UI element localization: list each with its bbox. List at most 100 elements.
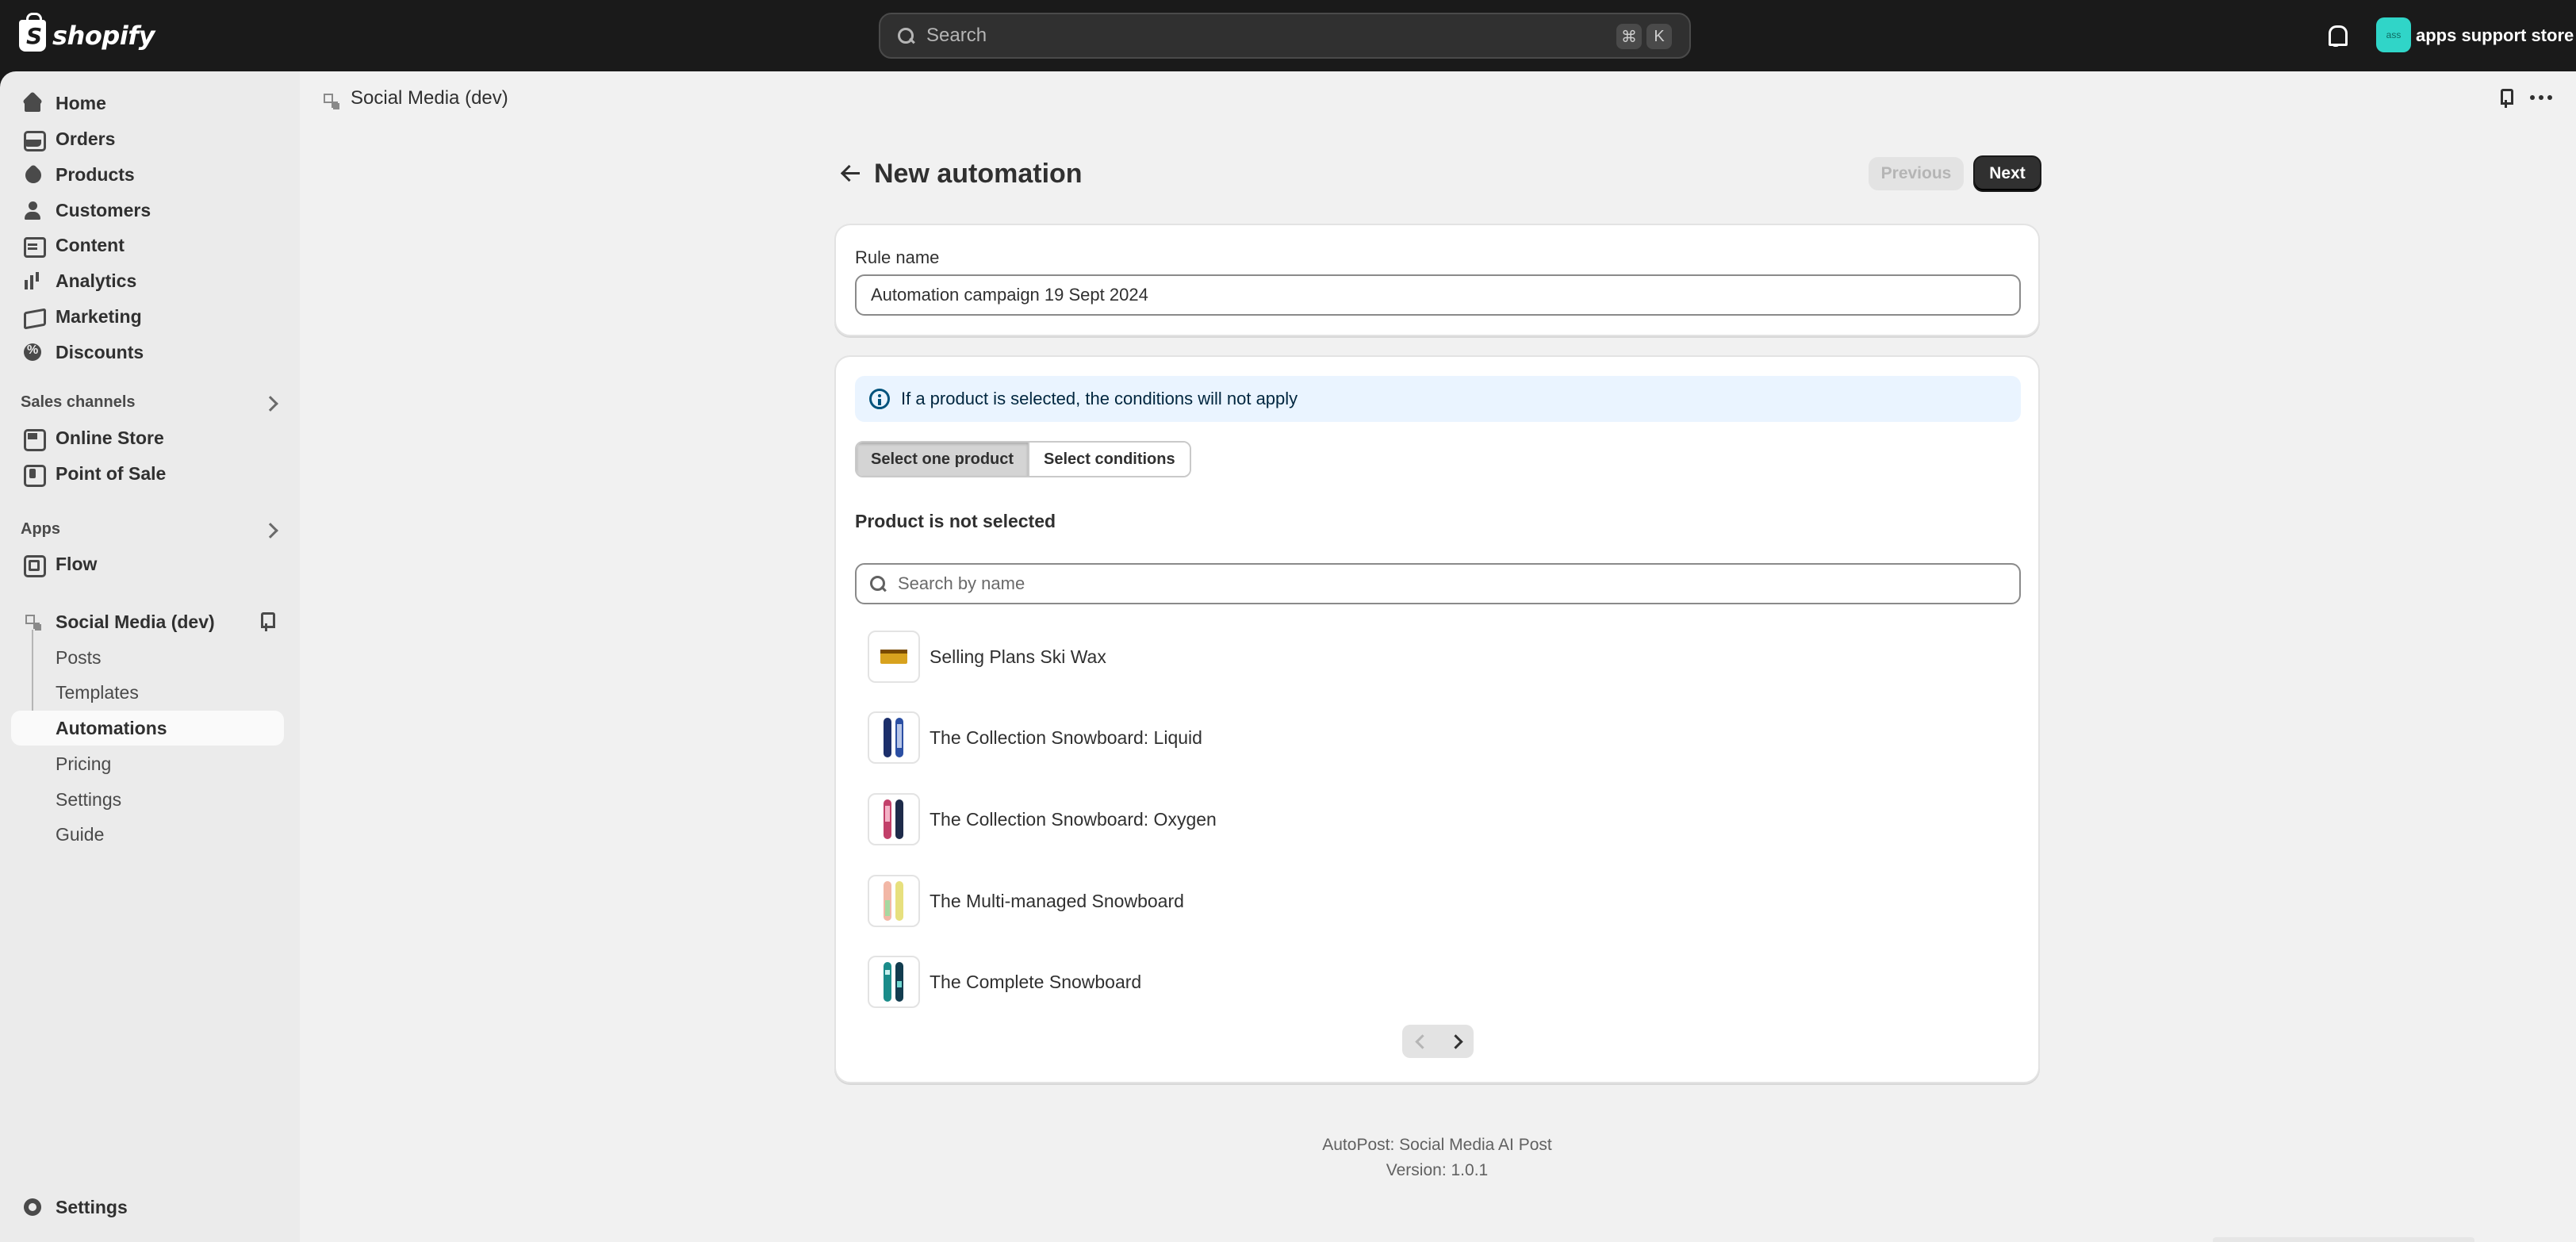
- app-icon: [320, 90, 338, 108]
- sidebar-item-flow[interactable]: Flow: [11, 546, 284, 581]
- select-one-product-button[interactable]: Select one product: [857, 443, 1029, 476]
- store-avatar[interactable]: ass: [2376, 17, 2411, 52]
- product-row[interactable]: The Collection Snowboard: Liquid: [868, 711, 2010, 765]
- product-name: The Multi-managed Snowboard: [930, 890, 1184, 911]
- back-arrow-icon[interactable]: [839, 162, 863, 186]
- home-icon: [22, 93, 43, 113]
- product-row[interactable]: The Collection Snowboard: Oxygen: [868, 792, 2010, 846]
- page-title: New automation: [874, 159, 1083, 189]
- shopify-bag-icon: [19, 13, 46, 52]
- rule-name-label: Rule name: [855, 247, 940, 267]
- bar-chart-icon: [22, 270, 43, 291]
- sidebar-item-label: Posts: [56, 646, 102, 668]
- info-banner: If a product is selected, the conditions…: [855, 376, 2021, 422]
- document-icon: [22, 235, 46, 258]
- global-search[interactable]: Search ⌘ K: [879, 13, 1691, 59]
- notifications-bell-icon[interactable]: [2322, 22, 2349, 49]
- product-name: The Collection Snowboard: Oxygen: [930, 808, 1217, 830]
- sales-channels-heading[interactable]: Sales channels: [21, 393, 136, 412]
- apps-heading[interactable]: Apps: [21, 520, 60, 539]
- sidebar-item-label: Settings: [56, 1196, 128, 1217]
- sidebar-item-posts[interactable]: Posts: [11, 640, 284, 675]
- sidebar-item-label: Content: [56, 234, 125, 255]
- search-placeholder: Search: [926, 25, 987, 46]
- product-row[interactable]: Selling Plans Ski Wax: [868, 630, 2010, 684]
- sidebar-item-pricing[interactable]: Pricing: [11, 746, 284, 781]
- pagination: [1402, 1025, 1474, 1058]
- tag-icon: [22, 164, 43, 185]
- snowboard-image: [884, 799, 903, 839]
- sidebar-item-label: Flow: [56, 553, 98, 574]
- sidebar-item-analytics[interactable]: Analytics: [11, 263, 284, 298]
- megaphone-icon: [22, 306, 43, 327]
- sidebar-item-app-settings[interactable]: Settings: [11, 782, 284, 817]
- product-thumbnail: [868, 711, 920, 764]
- sidebar-item-guide[interactable]: Guide: [11, 817, 284, 852]
- sidebar-item-orders[interactable]: Orders: [11, 121, 284, 156]
- k-key-hint: K: [1646, 24, 1672, 49]
- banner-text: If a product is selected, the conditions…: [901, 389, 1298, 408]
- dot: [2539, 95, 2543, 100]
- product-status-heading: Product is not selected: [855, 511, 1056, 531]
- next-button[interactable]: Next: [1973, 155, 2041, 192]
- product-thumbnail: [868, 631, 920, 683]
- sidebar-item-label: Guide: [56, 823, 105, 845]
- pin-icon[interactable]: [2497, 89, 2514, 108]
- sidebar-item-label: Automations: [56, 717, 167, 738]
- sidebar-item-templates[interactable]: Templates: [11, 675, 284, 710]
- info-icon: [869, 389, 890, 409]
- product-row[interactable]: The Complete Snowboard: [868, 955, 2010, 1009]
- sidebar-item-marketing[interactable]: Marketing: [11, 299, 284, 334]
- sidebar-item-label: Marketing: [56, 305, 142, 327]
- sidebar-item-social-media-dev[interactable]: Social Media (dev): [11, 604, 284, 639]
- product-name: The Complete Snowboard: [930, 971, 1142, 992]
- sidebar-item-label: Templates: [56, 681, 139, 703]
- product-thumbnail: [868, 875, 920, 927]
- dot: [2547, 95, 2552, 100]
- next-page-icon[interactable]: [1438, 1025, 1474, 1058]
- pos-icon: [22, 463, 46, 487]
- ski-wax-image: [880, 650, 907, 664]
- sidebar-item-label: Social Media (dev): [56, 611, 215, 632]
- sidebar-item-label: Home: [56, 92, 106, 113]
- search-placeholder: Search by name: [898, 573, 1025, 593]
- product-name: Selling Plans Ski Wax: [930, 646, 1106, 667]
- sidebar-item-products[interactable]: Products: [11, 157, 284, 192]
- product-search-input[interactable]: Search by name: [855, 563, 2021, 604]
- select-conditions-button[interactable]: Select conditions: [1028, 443, 1190, 476]
- top-bar: shopify Search ⌘ K ass apps support stor…: [0, 0, 2576, 71]
- previous-page-icon[interactable]: [1402, 1025, 1438, 1058]
- more-actions-icon[interactable]: [2530, 95, 2552, 102]
- sidebar-item-home[interactable]: Home: [11, 86, 284, 121]
- sidebar-item-customers[interactable]: Customers: [11, 193, 284, 228]
- sidebar-item-discounts[interactable]: Discounts: [11, 335, 284, 370]
- rule-name-card: Rule name Automation campaign 19 Sept 20…: [834, 224, 2040, 336]
- product-row[interactable]: The Multi-managed Snowboard: [868, 874, 2010, 928]
- sidebar-item-settings[interactable]: Settings: [11, 1190, 284, 1225]
- product-thumbnail: [868, 956, 920, 1008]
- dot: [2530, 95, 2535, 100]
- product-thumbnail: [868, 793, 920, 845]
- footer-app-name: AutoPost: Social Media AI Post: [1322, 1136, 1552, 1154]
- snowboard-image: [884, 718, 903, 757]
- discount-icon: [22, 342, 43, 362]
- sidebar-item-point-of-sale[interactable]: Point of Sale: [11, 456, 284, 491]
- sidebar-item-content[interactable]: Content: [11, 228, 284, 263]
- previous-button[interactable]: Previous: [1869, 157, 1964, 190]
- rule-name-input[interactable]: Automation campaign 19 Sept 2024: [855, 274, 2021, 316]
- store-icon: [22, 427, 46, 451]
- store-name[interactable]: apps support store: [2416, 25, 2574, 46]
- sidebar-item-online-store[interactable]: Online Store: [11, 420, 284, 455]
- sidebar-item-label: Online Store: [56, 427, 164, 448]
- pin-icon[interactable]: [257, 612, 275, 631]
- snowboard-image: [884, 881, 903, 921]
- logo-text: shopify: [52, 21, 155, 51]
- product-name: The Collection Snowboard: Liquid: [930, 726, 1202, 748]
- sidebar-item-automations[interactable]: Automations: [11, 711, 284, 746]
- footer-version: Version: 1.0.1: [1386, 1161, 1489, 1179]
- sidebar-item-label: Point of Sale: [56, 462, 167, 484]
- shopify-logo[interactable]: shopify: [19, 13, 155, 56]
